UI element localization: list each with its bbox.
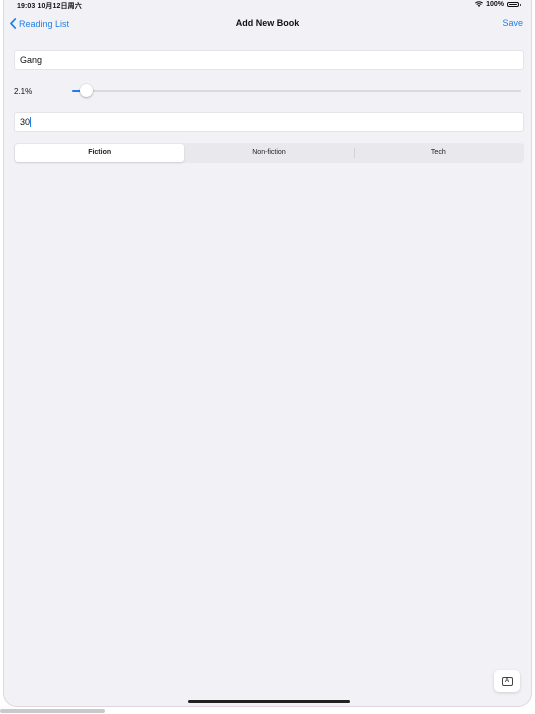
- navigation-bar: Reading List Add New Book Save: [4, 12, 531, 36]
- page-count-value: 30: [20, 117, 31, 127]
- keyboard-toggle-button[interactable]: A: [494, 670, 520, 692]
- back-button[interactable]: Reading List: [9, 18, 69, 29]
- battery-icon: [507, 2, 521, 7]
- slider-track: [72, 90, 521, 92]
- book-title-value: Gang: [20, 55, 43, 65]
- segment-tech[interactable]: Tech: [353, 144, 523, 162]
- rating-row: 2.1%: [14, 80, 524, 102]
- slider-thumb[interactable]: [80, 84, 94, 97]
- segment-fiction[interactable]: Fiction: [15, 144, 185, 162]
- rating-slider[interactable]: [72, 84, 521, 97]
- segment-non-fiction[interactable]: Non-fiction: [184, 144, 353, 162]
- page-title: Add New Book: [235, 18, 300, 28]
- rating-label: 2.1%: [14, 87, 33, 96]
- wifi-icon: [475, 1, 484, 7]
- genre-segmented-control: Fiction Non-fiction Tech: [14, 143, 524, 163]
- keyboard-icon: A: [501, 676, 513, 686]
- page-count-field[interactable]: 30: [14, 112, 524, 132]
- chevron-left-icon: [10, 18, 17, 29]
- status-time: 19:03 10月12日周六: [17, 3, 82, 10]
- back-button-label: Reading List: [19, 18, 70, 29]
- app-window: 19:03 10月12日周六 100% Reading List Add New…: [3, 0, 532, 707]
- status-right: 100%: [475, 1, 521, 8]
- battery-percent: 100%: [486, 1, 504, 8]
- book-title-field[interactable]: Gang: [14, 50, 524, 70]
- save-button[interactable]: Save: [502, 18, 523, 28]
- text-cursor: [30, 117, 32, 127]
- status-bar: 19:03 10月12日周六 100%: [4, 0, 531, 10]
- home-indicator: [188, 700, 350, 703]
- horizontal-scrollbar[interactable]: [0, 709, 105, 713]
